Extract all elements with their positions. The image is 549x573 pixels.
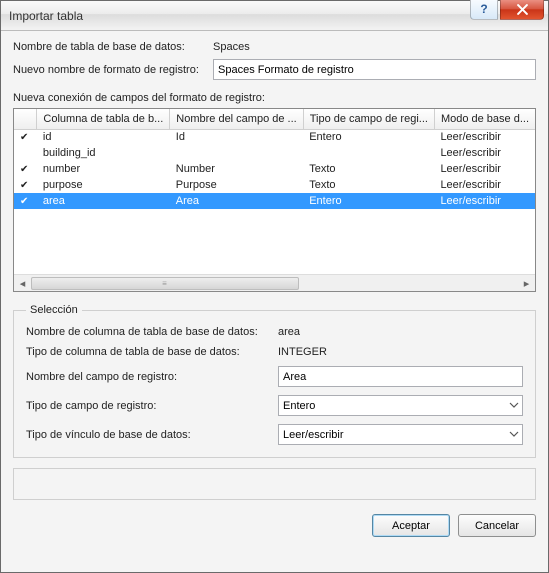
dialog-window: Importar tabla ? Nombre de tabla de base…: [0, 0, 549, 573]
row-check: ✔: [14, 129, 37, 145]
row-check: ✔: [14, 161, 37, 177]
table-row[interactable]: ✔ id Id Entero Leer/escribir: [14, 129, 535, 145]
sel-record-field-name-input[interactable]: [278, 366, 523, 387]
row-check: [14, 145, 37, 161]
sel-db-link-type-label: Tipo de vínculo de base de datos:: [26, 429, 278, 441]
close-button[interactable]: [500, 0, 544, 20]
fields-table: Columna de tabla de b... Nombre del camp…: [14, 109, 535, 209]
record-format-name-label: Nuevo nombre de formato de registro:: [13, 64, 213, 76]
scroll-right-arrow-icon[interactable]: ▸: [518, 275, 535, 292]
col-header-check[interactable]: [14, 109, 37, 129]
horizontal-scrollbar[interactable]: ◂ ≡ ▸: [14, 274, 535, 291]
sel-record-field-type-combo[interactable]: [278, 395, 523, 416]
scroll-left-arrow-icon[interactable]: ◂: [14, 275, 31, 292]
help-icon: ?: [480, 2, 487, 16]
help-button[interactable]: ?: [470, 0, 498, 20]
table-header-row: Columna de tabla de b... Nombre del camp…: [14, 109, 535, 129]
col-header-record-field[interactable]: Nombre del campo de ...: [170, 109, 303, 129]
field-connection-label: Nueva conexión de campos del formato de …: [13, 92, 536, 104]
sel-db-column-type-value: INTEGER: [278, 346, 523, 358]
accept-button[interactable]: Aceptar: [372, 514, 450, 537]
sel-db-link-type-combo[interactable]: [278, 424, 523, 445]
scroll-track[interactable]: ≡: [31, 275, 518, 292]
sel-db-column-type-label: Tipo de columna de tabla de base de dato…: [26, 346, 278, 358]
table-row[interactable]: ✔ number Number Texto Leer/escribir: [14, 161, 535, 177]
title-bar: Importar tabla ?: [1, 1, 548, 31]
db-table-name-label: Nombre de tabla de base de datos:: [13, 41, 213, 53]
col-header-db-column[interactable]: Columna de tabla de b...: [37, 109, 170, 129]
sel-record-field-type-label: Tipo de campo de registro:: [26, 400, 278, 412]
sel-record-field-name-label: Nombre del campo de registro:: [26, 371, 278, 383]
selection-group: Selección Nombre de columna de tabla de …: [13, 304, 536, 458]
record-format-name-input[interactable]: [213, 59, 536, 80]
sel-db-column-name-label: Nombre de columna de tabla de base de da…: [26, 326, 278, 338]
table-row[interactable]: ✔ purpose Purpose Texto Leer/escribir: [14, 177, 535, 193]
scroll-thumb[interactable]: ≡: [31, 277, 299, 290]
col-header-db-mode[interactable]: Modo de base d...: [434, 109, 535, 129]
fields-table-container: Columna de tabla de b... Nombre del camp…: [13, 108, 536, 292]
empty-group: [13, 468, 536, 500]
client-area: Nombre de tabla de base de datos: Spaces…: [1, 31, 548, 572]
db-table-name-value: Spaces: [213, 41, 536, 53]
table-row[interactable]: building_id Leer/escribir: [14, 145, 535, 161]
cancel-button[interactable]: Cancelar: [458, 514, 536, 537]
close-icon: [517, 4, 528, 15]
table-row[interactable]: ✔ area Area Entero Leer/escribir: [14, 193, 535, 209]
row-check: ✔: [14, 177, 37, 193]
sel-db-column-name-value: area: [278, 326, 523, 338]
row-check: ✔: [14, 193, 37, 209]
window-title: Importar tabla: [9, 9, 470, 23]
dialog-footer: Aceptar Cancelar: [13, 514, 536, 537]
col-header-field-type[interactable]: Tipo de campo de regi...: [303, 109, 434, 129]
selection-legend: Selección: [26, 304, 82, 316]
